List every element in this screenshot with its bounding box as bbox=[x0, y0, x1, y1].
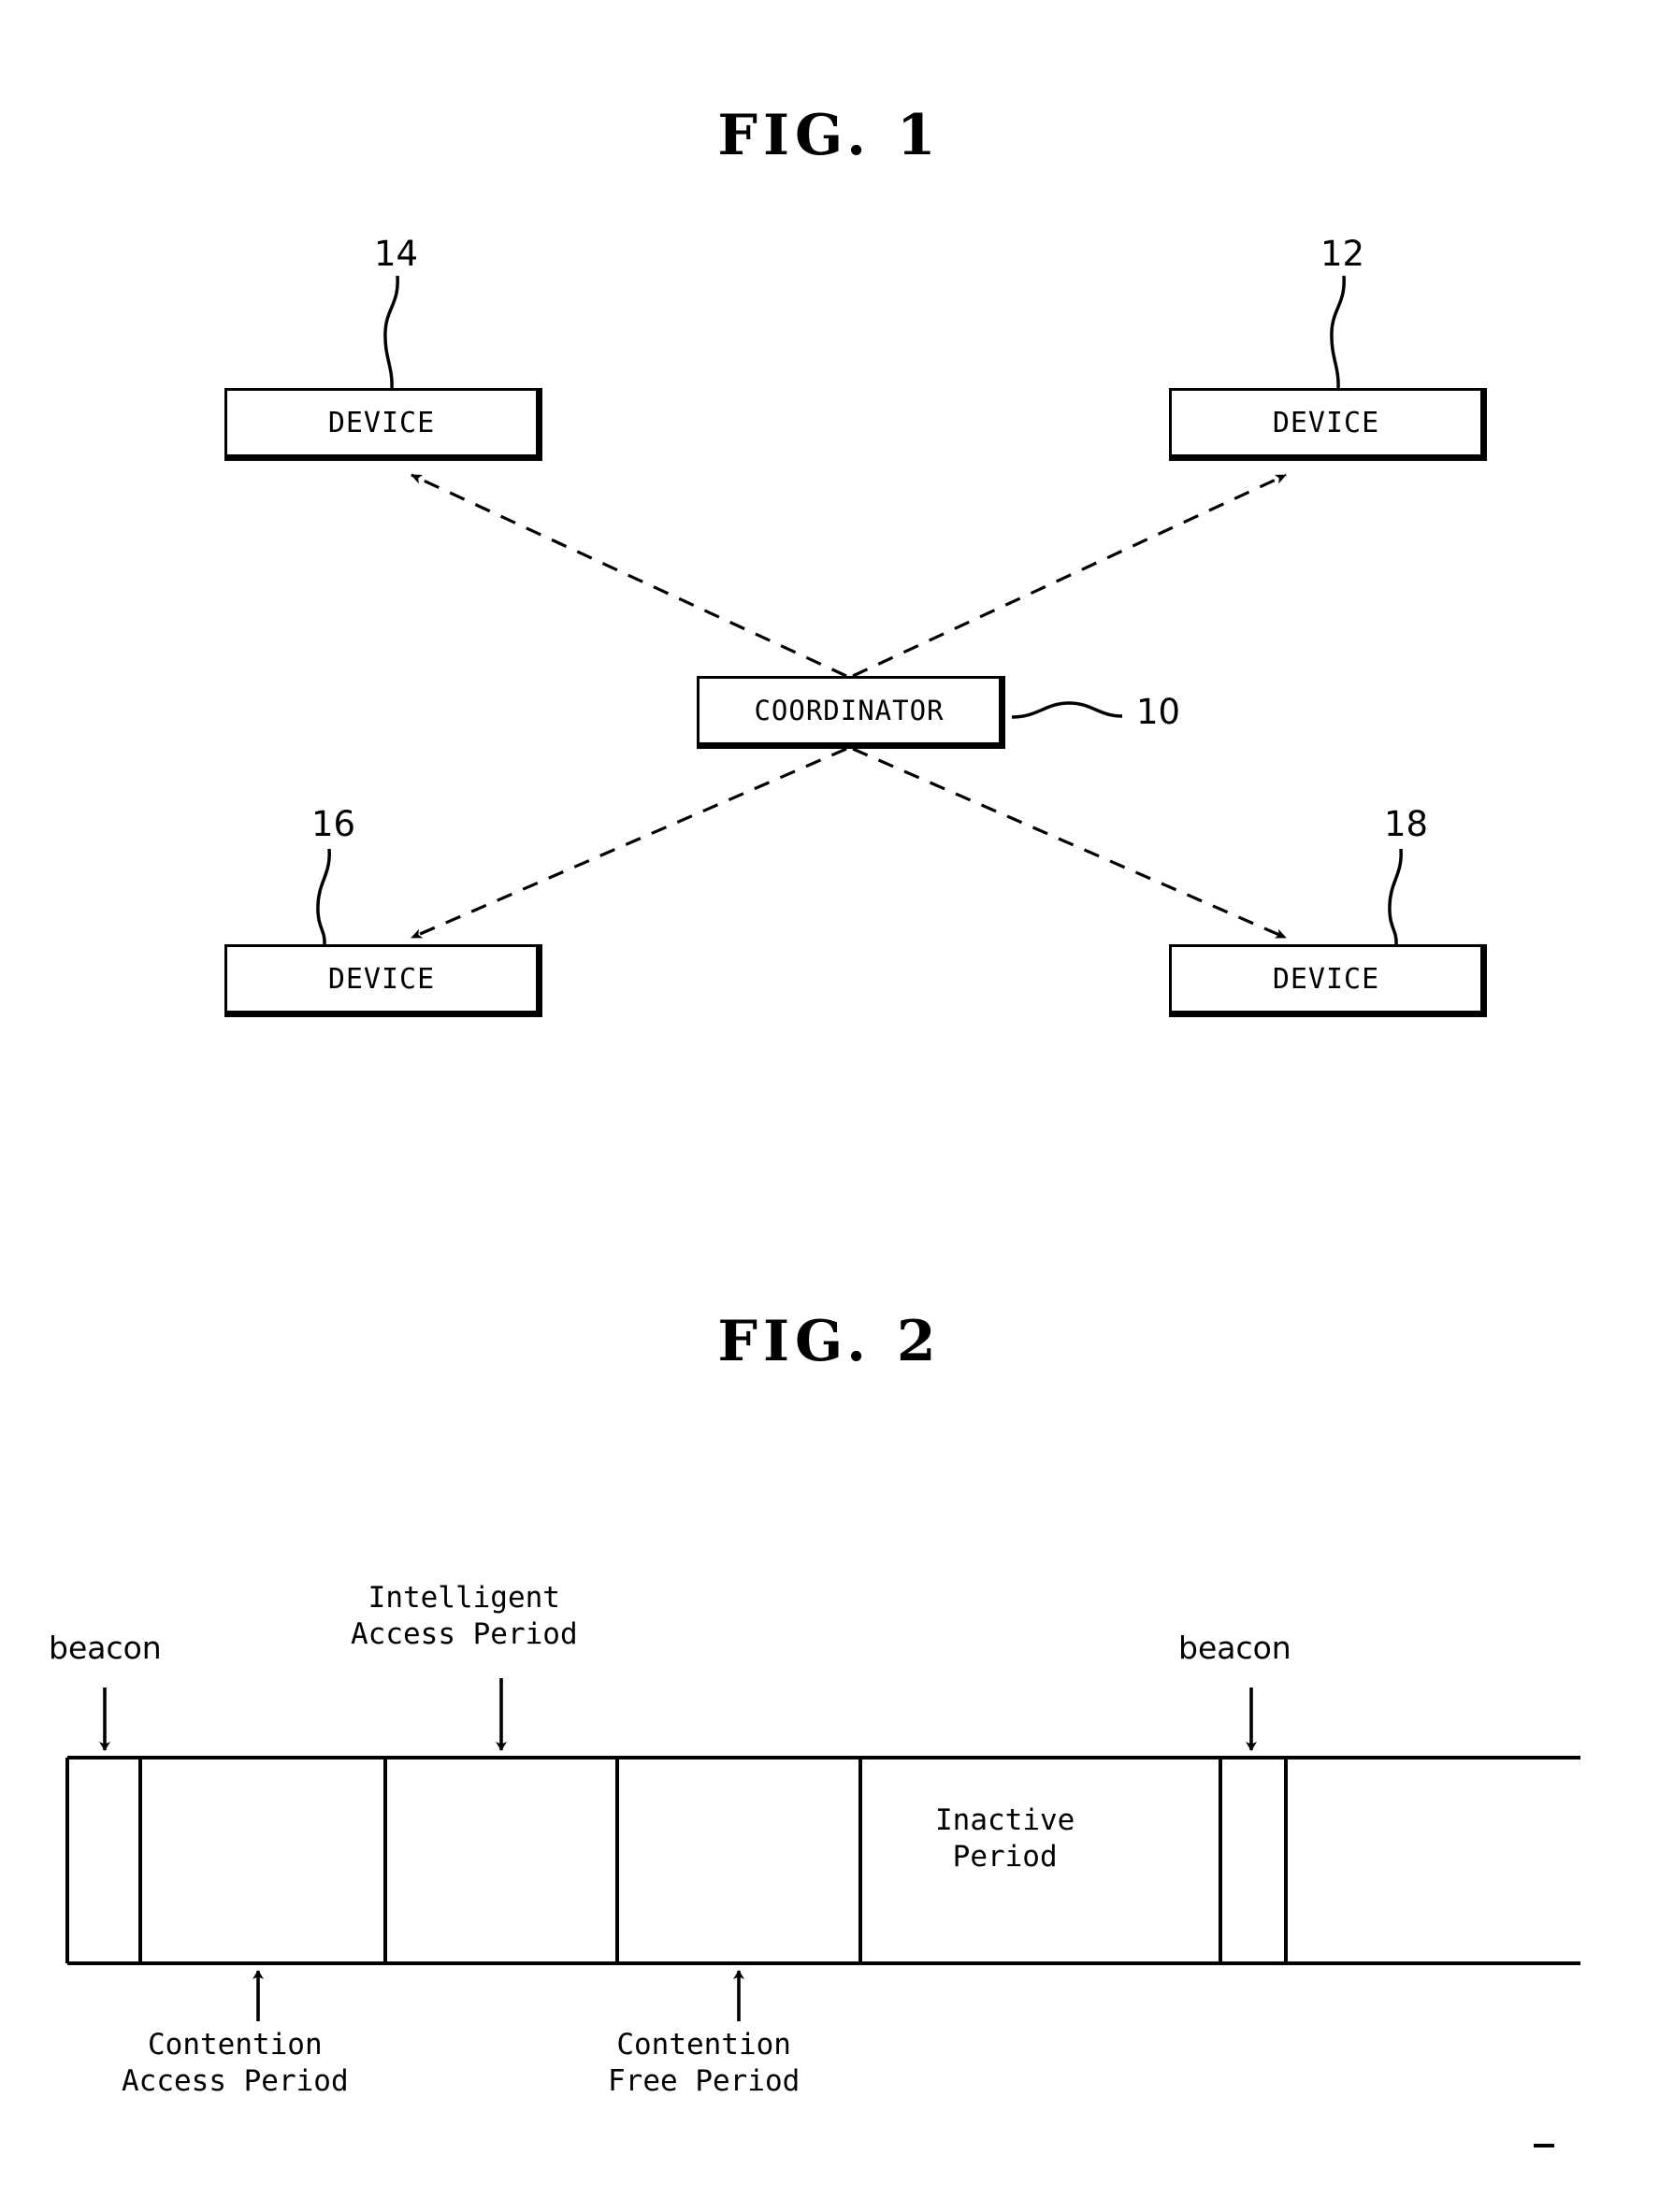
leader-line-10 bbox=[1011, 701, 1123, 719]
link-coordinator-to-device-14 bbox=[411, 473, 847, 678]
link-coordinator-to-device-16 bbox=[411, 747, 847, 940]
patent-drawing-page: FIG. 1 DEVICE DEVICE DEVICE DEVICE COORD… bbox=[0, 0, 1659, 2212]
figure-1-title: FIG. 1 bbox=[717, 103, 942, 168]
link-coordinator-to-device-18 bbox=[852, 747, 1287, 940]
leader-line-14 bbox=[383, 275, 399, 389]
leader-line-12 bbox=[1330, 275, 1346, 389]
coordinator-node-label: COORDINATOR bbox=[754, 695, 945, 726]
device-node-18-label: DEVICE bbox=[1272, 962, 1380, 996]
page-dash-mark bbox=[1534, 2144, 1554, 2147]
device-node-12: DEVICE bbox=[1169, 388, 1487, 461]
reference-numeral-14: 14 bbox=[374, 234, 419, 274]
leader-line-18 bbox=[1388, 848, 1403, 945]
superframe-timeline bbox=[65, 1756, 1580, 1965]
reference-numeral-16: 16 bbox=[311, 804, 356, 844]
coordinator-node: COORDINATOR bbox=[697, 676, 1005, 749]
device-node-14-label: DEVICE bbox=[327, 406, 436, 439]
beacon-left-label: beacon bbox=[49, 1630, 162, 1666]
leader-line-16 bbox=[316, 848, 331, 945]
device-node-12-label: DEVICE bbox=[1272, 406, 1380, 439]
device-node-14: DEVICE bbox=[224, 388, 542, 461]
inactive-period-label: Inactive Period bbox=[935, 1803, 1075, 1874]
link-coordinator-to-device-12 bbox=[852, 473, 1287, 678]
intelligent-access-period-label: Intelligent Access Period bbox=[351, 1581, 578, 1651]
contention-access-period-label: Contention Access Period bbox=[122, 2028, 349, 2098]
contention-free-period-label: Contention Free Period bbox=[608, 2028, 801, 2098]
device-node-16-label: DEVICE bbox=[327, 962, 436, 996]
beacon-right-label: beacon bbox=[1178, 1630, 1291, 1666]
device-node-16: DEVICE bbox=[224, 944, 542, 1017]
drawing-vector-overlay bbox=[65, 275, 1580, 2021]
reference-numeral-10: 10 bbox=[1136, 692, 1181, 732]
reference-numeral-12: 12 bbox=[1320, 234, 1365, 274]
figure-2-title: FIG. 2 bbox=[717, 1309, 942, 1374]
device-node-18: DEVICE bbox=[1169, 944, 1487, 1017]
reference-numeral-18: 18 bbox=[1384, 804, 1429, 844]
